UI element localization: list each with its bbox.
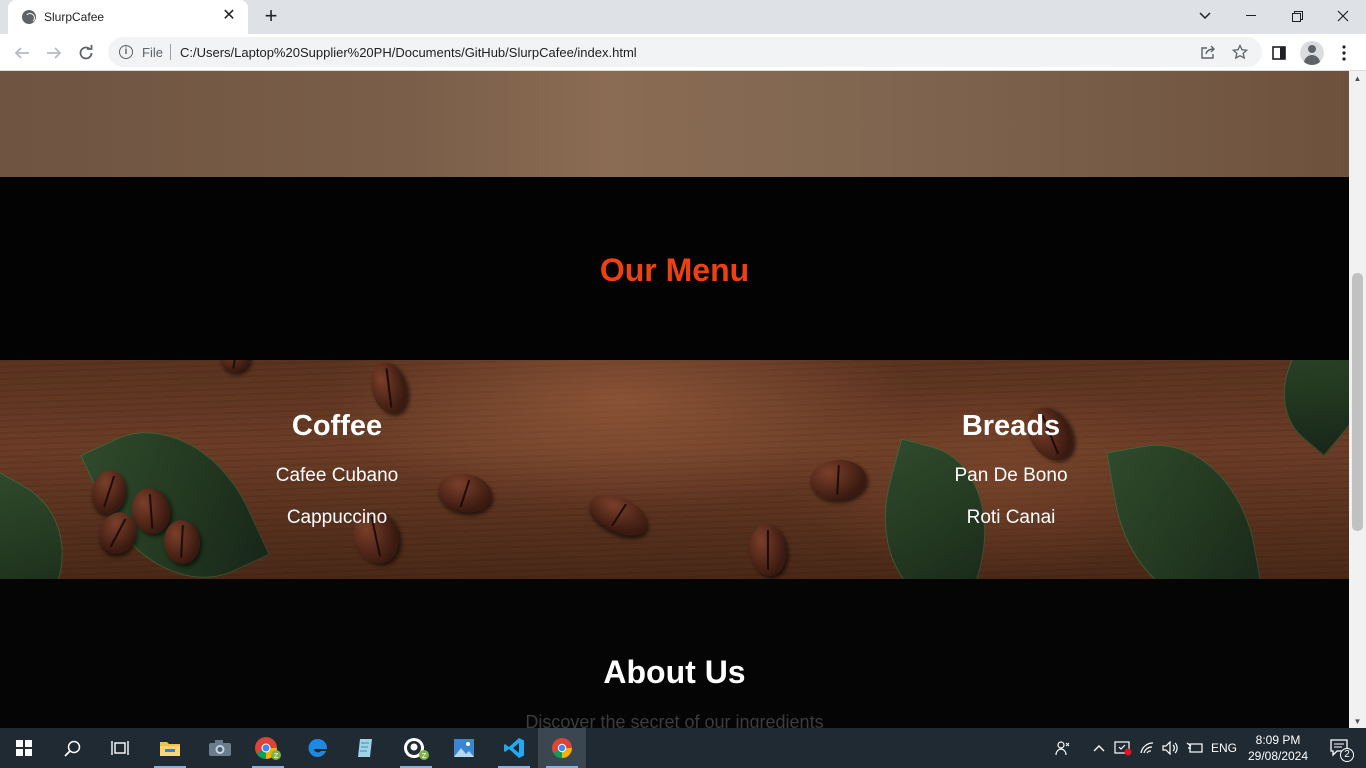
vscode-taskbar[interactable] [490,728,538,768]
address-bar[interactable]: i File C:/Users/Laptop%20Supplier%20PH/D… [108,37,1262,67]
back-button[interactable] [8,39,36,67]
reload-button[interactable] [72,39,100,67]
chevron-down-icon [1199,12,1211,20]
share-icon[interactable] [1198,42,1218,62]
menu-title: Our Menu [599,252,750,288]
browser-menu-button[interactable] [1330,39,1358,67]
restore-icon [1291,10,1303,22]
camera-icon [209,740,231,756]
edge-taskbar[interactable] [294,728,342,768]
browser-tab[interactable]: SlurpCafee ✕ [8,0,248,34]
svg-text:Z: Z [422,752,427,760]
menu-section: Our Menu [0,177,1349,360]
arrow-right-icon [47,47,62,59]
leaf-decoration [1255,360,1349,457]
browser-toolbar: i File C:/Users/Laptop%20Supplier%20PH/D… [0,34,1366,71]
wifi-icon[interactable] [1136,728,1158,768]
task-view-button[interactable] [96,728,144,768]
profile-avatar[interactable] [1300,41,1324,65]
search-icon [63,740,80,757]
photos-icon [454,739,474,757]
reload-icon [79,45,93,60]
about-subtitle: Discover the secret of our ingredients [525,712,824,728]
coffee-bean [808,457,868,503]
page-scrollbar[interactable]: ▲ ▼ [1349,71,1366,728]
svg-text:Z: Z [274,752,279,760]
menu-item: Pan De Bono [954,465,1068,486]
tab-close-button[interactable]: ✕ [220,7,238,25]
start-button[interactable] [0,728,48,768]
menu-background-image: Coffee Cafee Cubano Cappuccino Breads Pa… [0,360,1349,579]
about-section: About Us Discover the secret of our ingr… [0,579,1349,728]
restore-button[interactable] [1274,0,1320,32]
new-tab-button[interactable]: + [259,5,283,29]
scroll-thumb[interactable] [1352,273,1363,531]
people-icon[interactable] [1050,728,1076,768]
url-text[interactable]: C:/Users/Laptop%20Supplier%20PH/Document… [180,45,637,60]
arrow-left-icon [14,47,29,59]
chrome-icon [552,738,573,759]
clock-time: 8:09 PM [1255,733,1301,747]
notification-center-button[interactable]: 2 [1320,728,1360,768]
chrome-taskbar[interactable] [538,728,586,768]
menu-item: Roti Canai [966,507,1056,528]
github-icon: Z [404,738,429,760]
vscode-icon [504,738,524,758]
notification-count-badge: 2 [1340,748,1354,762]
hero-image-bottom [0,71,1349,177]
chevron-up-icon[interactable] [1088,728,1110,768]
menu-item: Cafee Cubano [275,465,399,486]
windows-logo-icon [16,740,32,756]
leaf-decoration [0,470,93,579]
omnibox-divider [170,44,171,60]
side-panel-button[interactable] [1265,39,1293,67]
search-button[interactable] [48,728,96,768]
minimize-icon [1246,15,1256,16]
windows-taskbar: Z Z ENG 8:09 PM 29/08/2024 2 [0,728,1366,768]
tab-search-button[interactable] [1182,0,1228,32]
clock-date: 29/08/2024 [1247,749,1309,763]
photos-taskbar[interactable] [440,728,488,768]
menu-column-breads: Breads Pan De Bono Roti Canai [891,410,1131,534]
security-icon[interactable] [1112,728,1134,768]
scheme-label: File [142,45,163,60]
notepad-taskbar[interactable] [342,728,390,768]
info-icon[interactable]: i [119,45,133,59]
coffee-bean [365,360,413,418]
coffee-bean [220,360,250,372]
browser-tab-bar: SlurpCafee ✕ + [0,0,1366,34]
clock[interactable]: 8:09 PM 29/08/2024 [1244,728,1312,768]
scroll-down-arrow[interactable]: ▼ [1349,714,1366,728]
close-icon [1337,10,1349,22]
forward-button[interactable] [40,39,68,67]
file-explorer-taskbar[interactable] [146,728,194,768]
notepad-icon [358,739,372,757]
chrome-icon: Z [255,737,281,760]
language-indicator[interactable]: ENG [1208,728,1240,768]
more-vertical-icon [1342,45,1346,61]
side-panel-icon [1272,46,1286,60]
menu-heading-breads: Breads [961,410,1061,442]
coffee-bean [583,486,655,544]
about-title: About Us [603,654,746,690]
scroll-up-arrow[interactable]: ▲ [1349,71,1366,85]
menu-heading-coffee: Coffee [291,410,383,442]
globe-icon [22,10,36,24]
folder-icon [160,742,180,756]
volume-icon[interactable] [1160,728,1182,768]
tab-title: SlurpCafee [44,10,105,24]
bookmark-star-icon[interactable] [1230,42,1250,62]
edge-icon [308,738,327,757]
task-view-icon [111,741,129,755]
github-desktop-taskbar[interactable]: Z [392,728,440,768]
camera-taskbar[interactable] [196,728,244,768]
chrome-profile-taskbar[interactable]: Z [244,728,292,768]
page-viewport: Our Menu Coffee Cafee Cubano Cappuccino … [0,71,1349,728]
close-window-button[interactable] [1320,0,1366,32]
minimize-button[interactable] [1228,0,1274,32]
menu-column-coffee: Coffee Cafee Cubano Cappuccino [217,410,457,534]
coffee-bean [746,521,790,579]
menu-item: Cappuccino [286,507,388,528]
battery-icon[interactable] [1184,728,1206,768]
